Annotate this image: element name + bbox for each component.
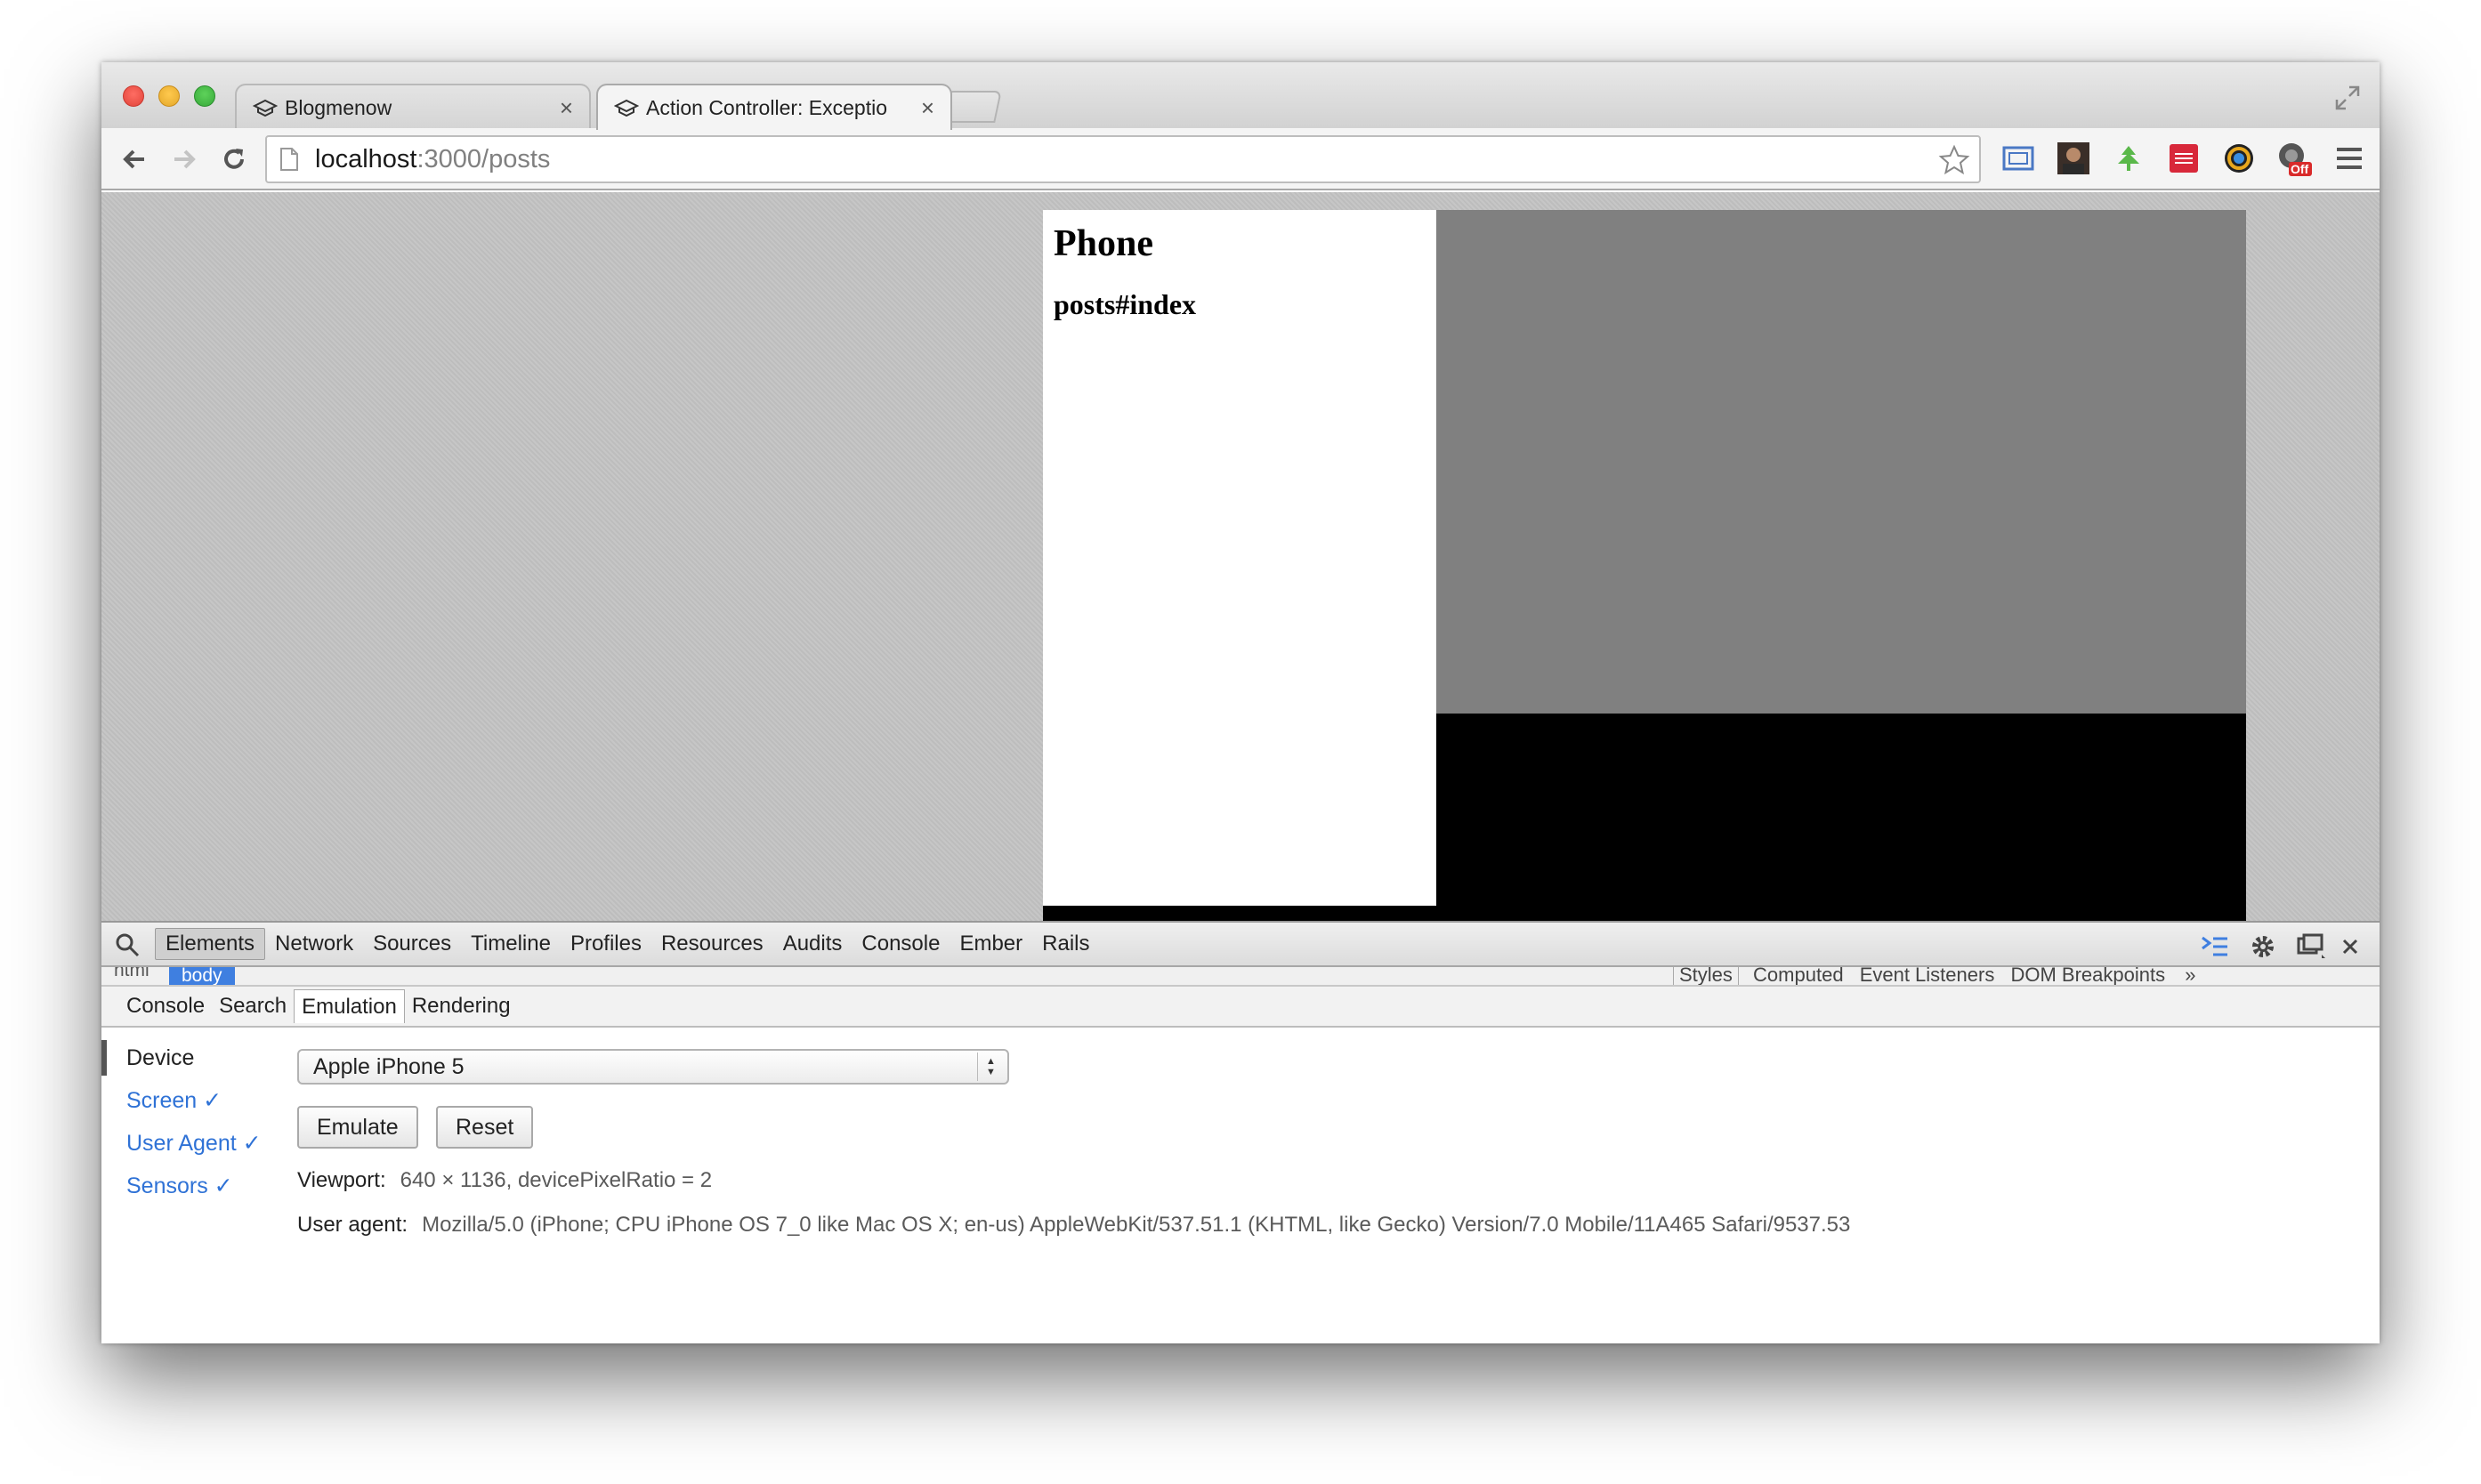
fullscreen-icon[interactable] <box>2333 84 2362 112</box>
crumb-html[interactable]: html <box>114 967 150 981</box>
drawer-tab-search[interactable]: Search <box>212 989 294 1023</box>
emulation-item-device[interactable]: Device <box>101 1036 279 1079</box>
drawer-tab-emulation[interactable]: Emulation <box>294 989 405 1023</box>
bookmark-star-icon[interactable] <box>1938 144 1970 176</box>
tab-dom-breakpoints[interactable]: DOM Breakpoints <box>2010 967 2165 985</box>
page-subheading: posts#index <box>1054 288 1197 320</box>
page-viewport: Phone posts#index <box>101 192 2380 921</box>
settings-gear-icon[interactable] <box>2248 932 2278 962</box>
tab-title: Blogmenow <box>285 95 392 119</box>
devtools-panel: Elements Network Sources Timeline Profil… <box>101 921 2380 1343</box>
browser-window: Blogmenow × Action Controller: Exceptio … <box>101 62 2380 1343</box>
device-select[interactable]: Apple iPhone 5 ▲ ▼ <box>297 1049 1009 1085</box>
color-wheel-extension-icon[interactable] <box>2221 141 2257 176</box>
tab-title: Action Controller: Exceptio <box>646 95 888 119</box>
reset-button[interactable]: Reset <box>436 1106 534 1149</box>
sidebar-pane-tabs: Styles Computed Event Listeners DOM Brea… <box>1673 967 2195 985</box>
emulate-button[interactable]: Emulate <box>297 1106 418 1149</box>
tab-console[interactable]: Console <box>852 928 950 960</box>
emulation-black-area <box>1436 714 2246 921</box>
emulation-item-user-agent[interactable]: User Agent ✓ <box>101 1122 279 1165</box>
device-select-value: Apple iPhone 5 <box>313 1053 465 1079</box>
avatar-extension-icon[interactable] <box>2056 141 2091 176</box>
tab-ember[interactable]: Ember <box>950 928 1032 960</box>
tab-close-icon[interactable]: × <box>560 94 573 122</box>
leaf-extension-icon[interactable] <box>2111 141 2146 176</box>
cast-icon[interactable] <box>2000 141 2036 176</box>
user-agent-value: Mozilla/5.0 (iPhone; CPU iPhone OS 7_0 l… <box>422 1213 1851 1237</box>
devtools-tabs: Elements Network Sources Timeline Profil… <box>155 923 1099 965</box>
emulation-panel: Device Screen ✓ User Agent ✓ Sensors ✓ A… <box>101 1028 2380 1343</box>
drawer-tab-console[interactable]: Console <box>119 989 212 1023</box>
page-icon <box>280 148 298 171</box>
user-agent-label: User agent: <box>297 1213 408 1237</box>
back-arrow-icon <box>123 149 144 169</box>
url-host: localhost <box>315 144 417 173</box>
forward-button[interactable] <box>164 139 205 180</box>
tab-computed[interactable]: Computed <box>1753 967 1844 985</box>
rails-favicon-icon <box>614 99 639 117</box>
close-devtools-icon[interactable] <box>2335 932 2365 962</box>
emulation-overflow-area <box>1436 210 2246 714</box>
tab-styles[interactable]: Styles <box>1673 967 1739 985</box>
dock-icon[interactable] <box>2296 932 2326 962</box>
tab-rails[interactable]: Rails <box>1032 928 1099 960</box>
viewport-value: 640 × 1136, devicePixelRatio = 2 <box>400 1168 713 1192</box>
emulation-item-sensors[interactable]: Sensors ✓ <box>101 1165 279 1207</box>
emulation-sidebar: Device Screen ✓ User Agent ✓ Sensors ✓ <box>101 1036 279 1207</box>
select-arrows-icon: ▲ ▼ <box>977 1053 1004 1081</box>
devtools-toolbar: Elements Network Sources Timeline Profil… <box>101 921 2380 967</box>
rails-favicon-icon <box>253 99 278 117</box>
extension-badge-text: Off <box>2291 162 2309 176</box>
tab-network[interactable]: Network <box>265 928 363 960</box>
emulation-item-screen[interactable]: Screen ✓ <box>101 1079 279 1122</box>
tab-elements[interactable]: Elements <box>155 928 266 960</box>
forward-arrow-icon <box>174 149 196 169</box>
breadcrumb: html body Styles Computed Event Listener… <box>101 967 2380 987</box>
tab-timeline[interactable]: Timeline <box>461 928 561 960</box>
browser-tab-1[interactable]: Blogmenow × <box>235 84 591 130</box>
emulated-page: Phone posts#index <box>1043 210 1436 906</box>
emulation-black-strip <box>1043 906 1436 921</box>
menu-icon[interactable] <box>2331 141 2367 176</box>
browser-toolbar: localhost:3000/posts Off <box>101 128 2380 190</box>
tab-strip: Blogmenow × Action Controller: Exceptio … <box>101 62 2380 130</box>
reload-button[interactable] <box>214 139 255 180</box>
tab-close-icon[interactable]: × <box>921 94 934 122</box>
grid-extension-icon[interactable] <box>2166 141 2202 176</box>
drawer-tabs: Console Search Emulation Rendering <box>101 987 2380 1028</box>
url-path: :3000/posts <box>416 144 551 173</box>
address-bar[interactable]: localhost:3000/posts <box>265 135 1981 183</box>
tab-event-listeners[interactable]: Event Listeners <box>1860 967 1995 985</box>
window-minimize-button[interactable] <box>158 85 180 107</box>
window-close-button[interactable] <box>123 85 144 107</box>
off-badge-extension-icon[interactable]: Off <box>2276 141 2312 176</box>
tab-audits[interactable]: Audits <box>773 928 853 960</box>
reload-icon <box>224 149 244 169</box>
tab-resources[interactable]: Resources <box>651 928 773 960</box>
page-heading: Phone <box>1054 223 1154 264</box>
user-agent-info: User agent: Mozilla/5.0 (iPhone; CPU iPho… <box>297 1213 1850 1238</box>
crumb-body[interactable]: body <box>169 967 235 985</box>
drawer-tab-rendering[interactable]: Rendering <box>405 989 518 1023</box>
viewport-label: Viewport: <box>297 1168 386 1192</box>
tab-profiles[interactable]: Profiles <box>561 928 651 960</box>
inspect-search-icon[interactable] <box>114 932 141 958</box>
window-maximize-button[interactable] <box>194 85 215 107</box>
browser-tab-2[interactable]: Action Controller: Exceptio × <box>596 84 952 130</box>
tab-sources[interactable]: Sources <box>363 928 461 960</box>
more-tabs-icon[interactable]: » <box>2185 967 2195 985</box>
viewport-info: Viewport: 640 × 1136, devicePixelRatio = … <box>297 1168 712 1193</box>
back-button[interactable] <box>114 139 155 180</box>
drawer-toggle-icon[interactable] <box>2200 932 2230 962</box>
